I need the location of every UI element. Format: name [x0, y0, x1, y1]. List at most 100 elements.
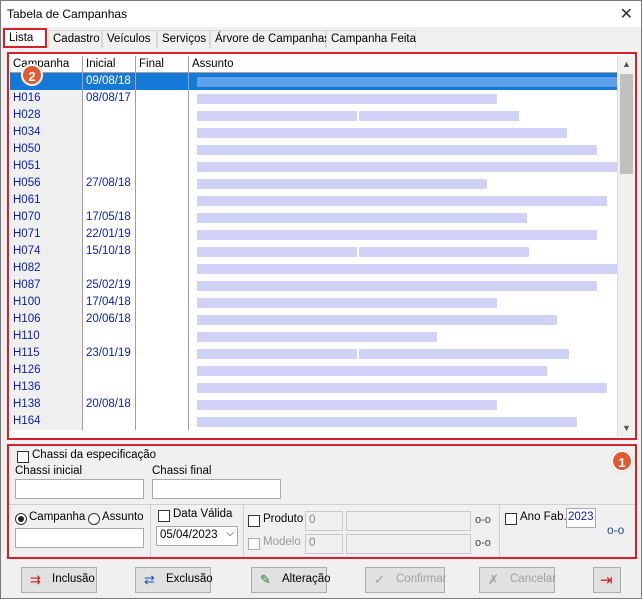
final-cell[interactable]	[136, 379, 189, 396]
tab-cadastro[interactable]: Cadastro	[48, 30, 102, 48]
tab-lista[interactable]: Lista	[3, 28, 47, 48]
tab-arvore-de-campanhas[interactable]: Árvore de Campanhas	[210, 30, 330, 48]
assunto-cell[interactable]	[189, 192, 617, 209]
campanha-cell[interactable]: H028	[10, 107, 83, 124]
campanha-cell[interactable]: H034	[10, 124, 83, 141]
inicial-cell[interactable]: 17/05/18	[83, 209, 136, 226]
final-cell[interactable]	[136, 362, 189, 379]
final-cell[interactable]	[136, 260, 189, 277]
table-row[interactable]: H050	[10, 141, 617, 158]
final-cell[interactable]	[136, 107, 189, 124]
campanha-cell[interactable]: H087	[10, 277, 83, 294]
table-row[interactable]: H061	[10, 192, 617, 209]
assunto-cell[interactable]	[189, 294, 617, 311]
campanha-cell[interactable]: H126	[10, 362, 83, 379]
table-row[interactable]: H016 08/08/17	[10, 90, 617, 107]
grid-vertical-scrollbar[interactable]: ▲ ▼	[617, 56, 634, 436]
inicial-cell[interactable]: 25/02/19	[83, 277, 136, 294]
table-row[interactable]: H106 20/06/18	[10, 311, 617, 328]
inicial-cell[interactable]: 08/08/17	[83, 90, 136, 107]
data-valida-date-picker[interactable]: 05/04/2023 ⌵	[156, 526, 238, 546]
tab-servicos[interactable]: Serviços	[157, 30, 210, 48]
table-row[interactable]: H164	[10, 413, 617, 430]
table-row[interactable]: H070 17/05/18	[10, 209, 617, 226]
campanha-cell[interactable]: H071	[10, 226, 83, 243]
campanha-cell[interactable]: H110	[10, 328, 83, 345]
inicial-cell[interactable]	[83, 362, 136, 379]
assunto-cell[interactable]	[189, 260, 617, 277]
inicial-cell[interactable]: 23/01/19	[83, 345, 136, 362]
ano-fab-input[interactable]: 2023	[566, 508, 596, 528]
inicial-cell[interactable]: 15/10/18	[83, 243, 136, 260]
assunto-cell[interactable]	[189, 209, 617, 226]
search-input[interactable]	[15, 528, 144, 548]
chassi-especificacao-checkbox[interactable]	[17, 451, 29, 463]
campanha-cell[interactable]: H136	[10, 379, 83, 396]
final-cell[interactable]	[136, 158, 189, 175]
final-cell[interactable]	[136, 413, 189, 430]
assunto-cell[interactable]	[189, 396, 617, 413]
column-header-final[interactable]: Final	[136, 56, 189, 73]
table-row[interactable]: H126	[10, 362, 617, 379]
table-row[interactable]: H071 22/01/19	[10, 226, 617, 243]
table-row[interactable]: H034	[10, 124, 617, 141]
campanha-cell[interactable]: H106	[10, 311, 83, 328]
assunto-cell[interactable]	[189, 328, 617, 345]
close-icon[interactable]: ✕	[620, 4, 633, 24]
produto-code-input[interactable]: 0	[305, 511, 343, 531]
table-row[interactable]: H056 27/08/18	[10, 175, 617, 192]
ano-fab-checkbox[interactable]	[505, 513, 517, 525]
table-row[interactable]: H082	[10, 260, 617, 277]
produto-lookup-icon[interactable]: o-o	[475, 514, 491, 526]
assunto-cell[interactable]	[189, 226, 617, 243]
assunto-cell[interactable]	[189, 158, 617, 175]
campanha-cell[interactable]: H138	[10, 396, 83, 413]
modelo-description-input[interactable]	[346, 534, 471, 554]
inicial-cell[interactable]: 27/08/18	[83, 175, 136, 192]
cancelar-button[interactable]: ✗ Cancelar	[479, 567, 556, 593]
assunto-cell[interactable]	[189, 243, 617, 260]
table-row[interactable]: H100 17/04/18	[10, 294, 617, 311]
exit-button[interactable]: ⇥	[593, 567, 621, 593]
campanha-radio[interactable]	[15, 513, 27, 525]
campanha-cell[interactable]: H016	[10, 90, 83, 107]
final-cell[interactable]	[136, 73, 189, 90]
campanha-cell[interactable]: H070	[10, 209, 83, 226]
chevron-down-icon[interactable]: ⌵	[226, 528, 234, 539]
inicial-cell[interactable]	[83, 192, 136, 209]
table-row[interactable]: H110	[10, 328, 617, 345]
data-valida-checkbox[interactable]	[158, 510, 170, 522]
final-cell[interactable]	[136, 345, 189, 362]
final-cell[interactable]	[136, 311, 189, 328]
table-row[interactable]: 09/08/18	[10, 73, 617, 90]
campanha-cell[interactable]: H050	[10, 141, 83, 158]
campanha-cell[interactable]: H051	[10, 158, 83, 175]
assunto-cell[interactable]	[189, 379, 617, 396]
table-row[interactable]: H136	[10, 379, 617, 396]
inicial-cell[interactable]: 22/01/19	[83, 226, 136, 243]
exclusao-button[interactable]: ⇄ Exclusão	[135, 567, 213, 593]
inicial-cell[interactable]	[83, 124, 136, 141]
assunto-cell[interactable]	[189, 175, 617, 192]
table-row[interactable]: H074 15/10/18	[10, 243, 617, 260]
assunto-cell[interactable]	[189, 107, 617, 124]
alteracao-button[interactable]: ✎ Alteração	[251, 567, 331, 593]
final-cell[interactable]	[136, 175, 189, 192]
inicial-cell[interactable]	[83, 328, 136, 345]
assunto-cell[interactable]	[189, 73, 617, 90]
campanha-cell[interactable]: H100	[10, 294, 83, 311]
column-header-assunto[interactable]: Assunto	[189, 56, 617, 73]
scroll-up-icon[interactable]: ▲	[618, 56, 635, 72]
final-cell[interactable]	[136, 294, 189, 311]
tab-campanha-feita[interactable]: Campanha Feita	[326, 30, 416, 48]
inicial-cell[interactable]: 20/08/18	[83, 396, 136, 413]
campanha-cell[interactable]: H061	[10, 192, 83, 209]
assunto-cell[interactable]	[189, 413, 617, 430]
table-row[interactable]: H028	[10, 107, 617, 124]
table-row[interactable]: H115 23/01/19	[10, 345, 617, 362]
inicial-cell[interactable]	[83, 158, 136, 175]
inicial-cell[interactable]	[83, 260, 136, 277]
modelo-checkbox[interactable]	[248, 538, 260, 550]
chassi-final-input[interactable]	[152, 479, 281, 499]
scroll-down-icon[interactable]: ▼	[618, 420, 635, 436]
